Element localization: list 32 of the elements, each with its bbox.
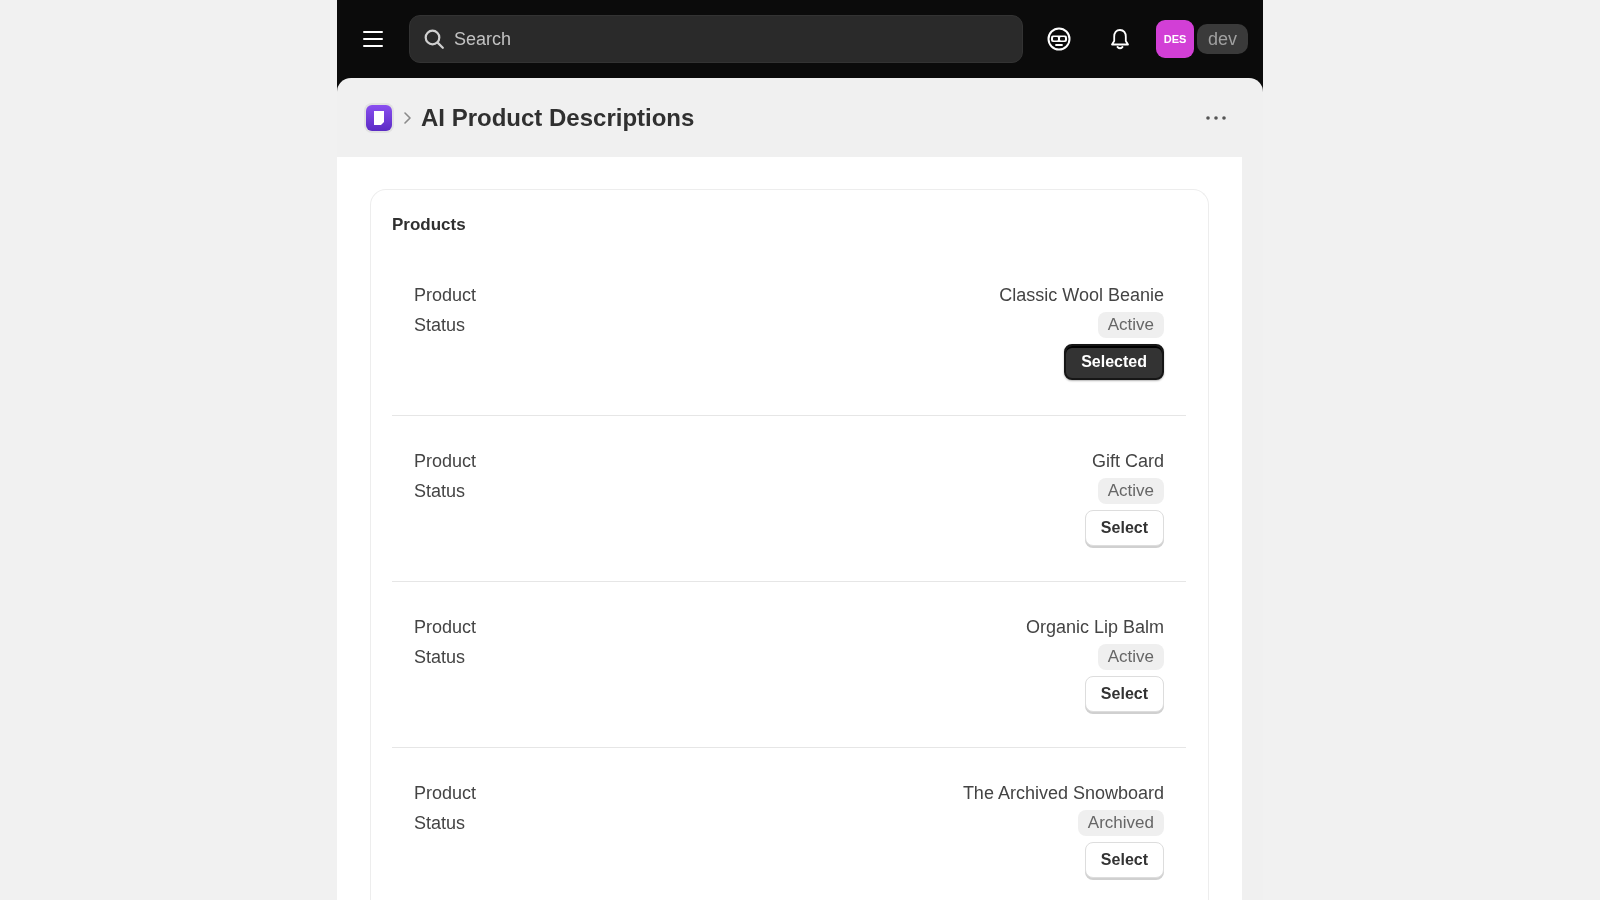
select-button[interactable]: Selected	[1064, 344, 1164, 380]
field-label: Product	[414, 616, 477, 639]
search-icon	[424, 29, 444, 49]
app-icon[interactable]	[364, 102, 394, 133]
product-name: Organic Lip Balm	[1025, 616, 1164, 639]
menu-icon[interactable]	[363, 31, 383, 47]
search-field[interactable]: Search	[409, 15, 1023, 63]
card-title: Products	[392, 214, 466, 236]
field-label: Product	[414, 782, 477, 805]
select-button[interactable]: Select	[1084, 842, 1164, 878]
product-name: The Archived Snowboard	[962, 782, 1164, 805]
status-badge: Active	[1097, 478, 1164, 504]
more-options-icon[interactable]	[1206, 115, 1226, 120]
bell-icon[interactable]	[1110, 28, 1130, 50]
page-title: AI Product Descriptions	[421, 103, 695, 132]
chevron-right-icon	[404, 111, 411, 124]
account-switcher[interactable]: dev	[1197, 24, 1249, 54]
user-avatar[interactable]: DES	[1156, 20, 1194, 58]
field-label: Status	[414, 480, 466, 503]
status-badge: Archived	[1077, 810, 1164, 836]
field-label: Product	[414, 284, 477, 307]
product-name: Gift Card	[1091, 450, 1164, 473]
field-label: Status	[414, 812, 466, 835]
field-label: Status	[414, 314, 466, 337]
field-label: Status	[414, 646, 466, 669]
status-badge: Active	[1097, 644, 1164, 670]
product-name: Classic Wool Beanie	[999, 284, 1164, 307]
field-label: Product	[414, 450, 477, 473]
status-badge: Active	[1097, 312, 1164, 338]
select-button[interactable]: Select	[1084, 676, 1164, 712]
face-glasses-icon[interactable]	[1047, 27, 1071, 51]
select-button[interactable]: Select	[1084, 510, 1164, 546]
